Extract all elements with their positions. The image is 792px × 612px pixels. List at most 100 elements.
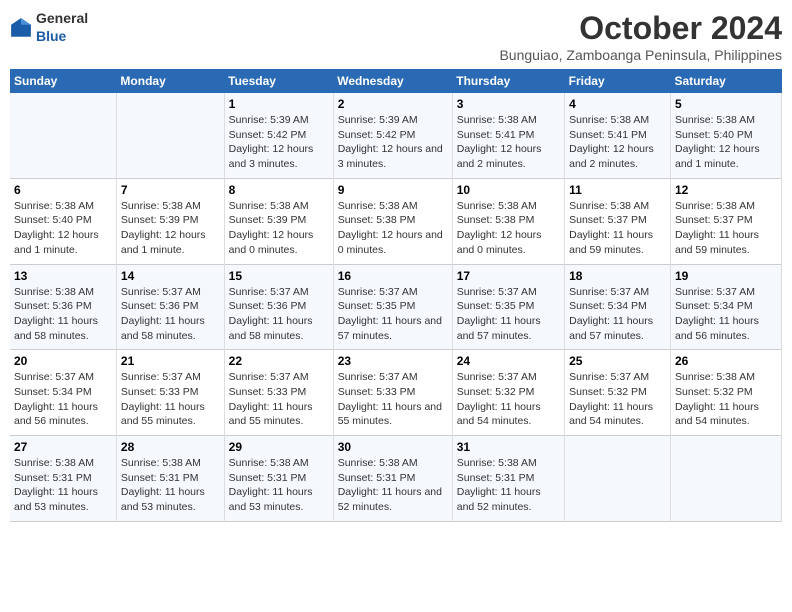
day-number: 5 xyxy=(675,97,777,111)
day-number: 11 xyxy=(569,183,666,197)
calendar-cell: 24Sunrise: 5:37 AM Sunset: 5:32 PM Dayli… xyxy=(452,350,564,436)
day-info: Sunrise: 5:37 AM Sunset: 5:34 PM Dayligh… xyxy=(14,370,112,429)
weekday-header-monday: Monday xyxy=(116,69,224,93)
day-number: 2 xyxy=(338,97,448,111)
calendar-cell: 12Sunrise: 5:38 AM Sunset: 5:37 PM Dayli… xyxy=(670,178,781,264)
day-number: 15 xyxy=(229,269,329,283)
day-number: 21 xyxy=(121,354,220,368)
calendar-cell: 20 Sunrise: 5:37 AM Sunset: 5:34 PM Dayli… xyxy=(10,350,116,436)
day-number: 16 xyxy=(338,269,448,283)
day-number: 4 xyxy=(569,97,666,111)
day-number: 23 xyxy=(338,354,448,368)
day-info: Sunrise: 5:38 AM Sunset: 5:31 PM Dayligh… xyxy=(338,456,448,515)
calendar-cell: 2 Sunrise: 5:39 AM Sunset: 5:42 PM Daylig… xyxy=(333,93,452,178)
calendar-cell: 9 Sunrise: 5:38 AM Sunset: 5:38 PM Daylig… xyxy=(333,178,452,264)
calendar-cell: 26 Sunrise: 5:38 AM Sunset: 5:32 PM Dayli… xyxy=(670,350,781,436)
calendar-cell: 18Sunrise: 5:37 AM Sunset: 5:34 PM Dayli… xyxy=(565,264,671,350)
day-info: Sunrise: 5:38 AM Sunset: 5:38 PM Dayligh… xyxy=(338,199,448,258)
day-number: 6 xyxy=(14,183,112,197)
weekday-header-wednesday: Wednesday xyxy=(333,69,452,93)
weekday-header-thursday: Thursday xyxy=(452,69,564,93)
day-info: Sunrise: 5:37 AM Sunset: 5:33 PM Dayligh… xyxy=(229,370,329,429)
day-number: 22 xyxy=(229,354,329,368)
day-number: 25 xyxy=(569,354,666,368)
calendar-cell: 19Sunrise: 5:37 AM Sunset: 5:34 PM Dayli… xyxy=(670,264,781,350)
weekday-header-friday: Friday xyxy=(565,69,671,93)
calendar-week-row: 20 Sunrise: 5:37 AM Sunset: 5:34 PM Dayli… xyxy=(10,350,782,436)
day-info: Sunrise: 5:38 AM Sunset: 5:38 PM Dayligh… xyxy=(457,199,560,258)
day-info: Sunrise: 5:37 AM Sunset: 5:35 PM Dayligh… xyxy=(457,285,560,344)
calendar-cell: 6 Sunrise: 5:38 AM Sunset: 5:40 PM Daylig… xyxy=(10,178,116,264)
day-info: Sunrise: 5:37 AM Sunset: 5:35 PM Dayligh… xyxy=(338,285,448,344)
calendar-cell: 25 Sunrise: 5:37 AM Sunset: 5:32 PM Dayli… xyxy=(565,350,671,436)
calendar-cell: 31 Sunrise: 5:38 AM Sunset: 5:31 PM Dayli… xyxy=(452,436,564,522)
calendar-cell: 15Sunrise: 5:37 AM Sunset: 5:36 PM Dayli… xyxy=(224,264,333,350)
day-number: 12 xyxy=(675,183,777,197)
day-number: 28 xyxy=(121,440,220,454)
day-number: 9 xyxy=(338,183,448,197)
calendar-cell: 7 Sunrise: 5:38 AM Sunset: 5:39 PM Daylig… xyxy=(116,178,224,264)
calendar-cell: 14 Sunrise: 5:37 AM Sunset: 5:36 PM Dayli… xyxy=(116,264,224,350)
calendar-cell: 30 Sunrise: 5:38 AM Sunset: 5:31 PM Dayli… xyxy=(333,436,452,522)
logo: General Blue xyxy=(10,10,88,46)
day-number: 8 xyxy=(229,183,329,197)
calendar-cell: 29Sunrise: 5:38 AM Sunset: 5:31 PM Dayli… xyxy=(224,436,333,522)
day-info: Sunrise: 5:37 AM Sunset: 5:33 PM Dayligh… xyxy=(121,370,220,429)
calendar-cell: 23 Sunrise: 5:37 AM Sunset: 5:33 PM Dayli… xyxy=(333,350,452,436)
day-number: 27 xyxy=(14,440,112,454)
month-title: October 2024 xyxy=(499,10,782,47)
day-info: Sunrise: 5:37 AM Sunset: 5:36 PM Dayligh… xyxy=(121,285,220,344)
day-number: 18 xyxy=(569,269,666,283)
day-info: Sunrise: 5:37 AM Sunset: 5:32 PM Dayligh… xyxy=(457,370,560,429)
day-number: 3 xyxy=(457,97,560,111)
calendar-cell: 1Sunrise: 5:39 AM Sunset: 5:42 PM Daylig… xyxy=(224,93,333,178)
calendar-week-row: 13 Sunrise: 5:38 AM Sunset: 5:36 PM Dayli… xyxy=(10,264,782,350)
day-number: 17 xyxy=(457,269,560,283)
day-info: Sunrise: 5:38 AM Sunset: 5:39 PM Dayligh… xyxy=(121,199,220,258)
calendar-cell: 16 Sunrise: 5:37 AM Sunset: 5:35 PM Dayli… xyxy=(333,264,452,350)
calendar-cell: 3 Sunrise: 5:38 AM Sunset: 5:41 PM Daylig… xyxy=(452,93,564,178)
day-number: 14 xyxy=(121,269,220,283)
calendar-cell: 10 Sunrise: 5:38 AM Sunset: 5:38 PM Dayli… xyxy=(452,178,564,264)
day-number: 20 xyxy=(14,354,112,368)
calendar-cell: 11 Sunrise: 5:38 AM Sunset: 5:37 PM Dayli… xyxy=(565,178,671,264)
weekday-header-saturday: Saturday xyxy=(670,69,781,93)
day-number: 7 xyxy=(121,183,220,197)
calendar-cell xyxy=(670,436,781,522)
day-number: 31 xyxy=(457,440,560,454)
day-info: Sunrise: 5:39 AM Sunset: 5:42 PM Dayligh… xyxy=(229,113,329,172)
calendar-week-row: 27 Sunrise: 5:38 AM Sunset: 5:31 PM Dayli… xyxy=(10,436,782,522)
day-info: Sunrise: 5:38 AM Sunset: 5:31 PM Dayligh… xyxy=(457,456,560,515)
calendar-cell: 5 Sunrise: 5:38 AM Sunset: 5:40 PM Daylig… xyxy=(670,93,781,178)
day-info: Sunrise: 5:38 AM Sunset: 5:40 PM Dayligh… xyxy=(14,199,112,258)
day-info: Sunrise: 5:38 AM Sunset: 5:37 PM Dayligh… xyxy=(569,199,666,258)
day-number: 30 xyxy=(338,440,448,454)
day-info: Sunrise: 5:38 AM Sunset: 5:41 PM Dayligh… xyxy=(569,113,666,172)
day-number: 13 xyxy=(14,269,112,283)
calendar-week-row: 1Sunrise: 5:39 AM Sunset: 5:42 PM Daylig… xyxy=(10,93,782,178)
weekday-header-sunday: Sunday xyxy=(10,69,116,93)
day-number: 19 xyxy=(675,269,777,283)
calendar-cell: 8 Sunrise: 5:38 AM Sunset: 5:39 PM Daylig… xyxy=(224,178,333,264)
logo-icon xyxy=(10,17,32,39)
day-info: Sunrise: 5:38 AM Sunset: 5:36 PM Dayligh… xyxy=(14,285,112,344)
day-number: 10 xyxy=(457,183,560,197)
day-info: Sunrise: 5:38 AM Sunset: 5:41 PM Dayligh… xyxy=(457,113,560,172)
calendar-cell xyxy=(10,93,116,178)
day-info: Sunrise: 5:37 AM Sunset: 5:33 PM Dayligh… xyxy=(338,370,448,429)
calendar-cell: 17 Sunrise: 5:37 AM Sunset: 5:35 PM Dayli… xyxy=(452,264,564,350)
calendar-cell: 28Sunrise: 5:38 AM Sunset: 5:31 PM Dayli… xyxy=(116,436,224,522)
day-info: Sunrise: 5:38 AM Sunset: 5:40 PM Dayligh… xyxy=(675,113,777,172)
location-subtitle: Bunguiao, Zamboanga Peninsula, Philippin… xyxy=(499,47,782,63)
day-number: 26 xyxy=(675,354,777,368)
title-block: October 2024 Bunguiao, Zamboanga Peninsu… xyxy=(499,10,782,63)
logo-blue: Blue xyxy=(36,28,66,44)
day-info: Sunrise: 5:39 AM Sunset: 5:42 PM Dayligh… xyxy=(338,113,448,172)
day-info: Sunrise: 5:38 AM Sunset: 5:39 PM Dayligh… xyxy=(229,199,329,258)
calendar-cell xyxy=(116,93,224,178)
day-info: Sunrise: 5:38 AM Sunset: 5:32 PM Dayligh… xyxy=(675,370,777,429)
logo-general: General xyxy=(36,10,88,26)
day-info: Sunrise: 5:37 AM Sunset: 5:32 PM Dayligh… xyxy=(569,370,666,429)
day-number: 29 xyxy=(229,440,329,454)
calendar-cell: 21 Sunrise: 5:37 AM Sunset: 5:33 PM Dayli… xyxy=(116,350,224,436)
